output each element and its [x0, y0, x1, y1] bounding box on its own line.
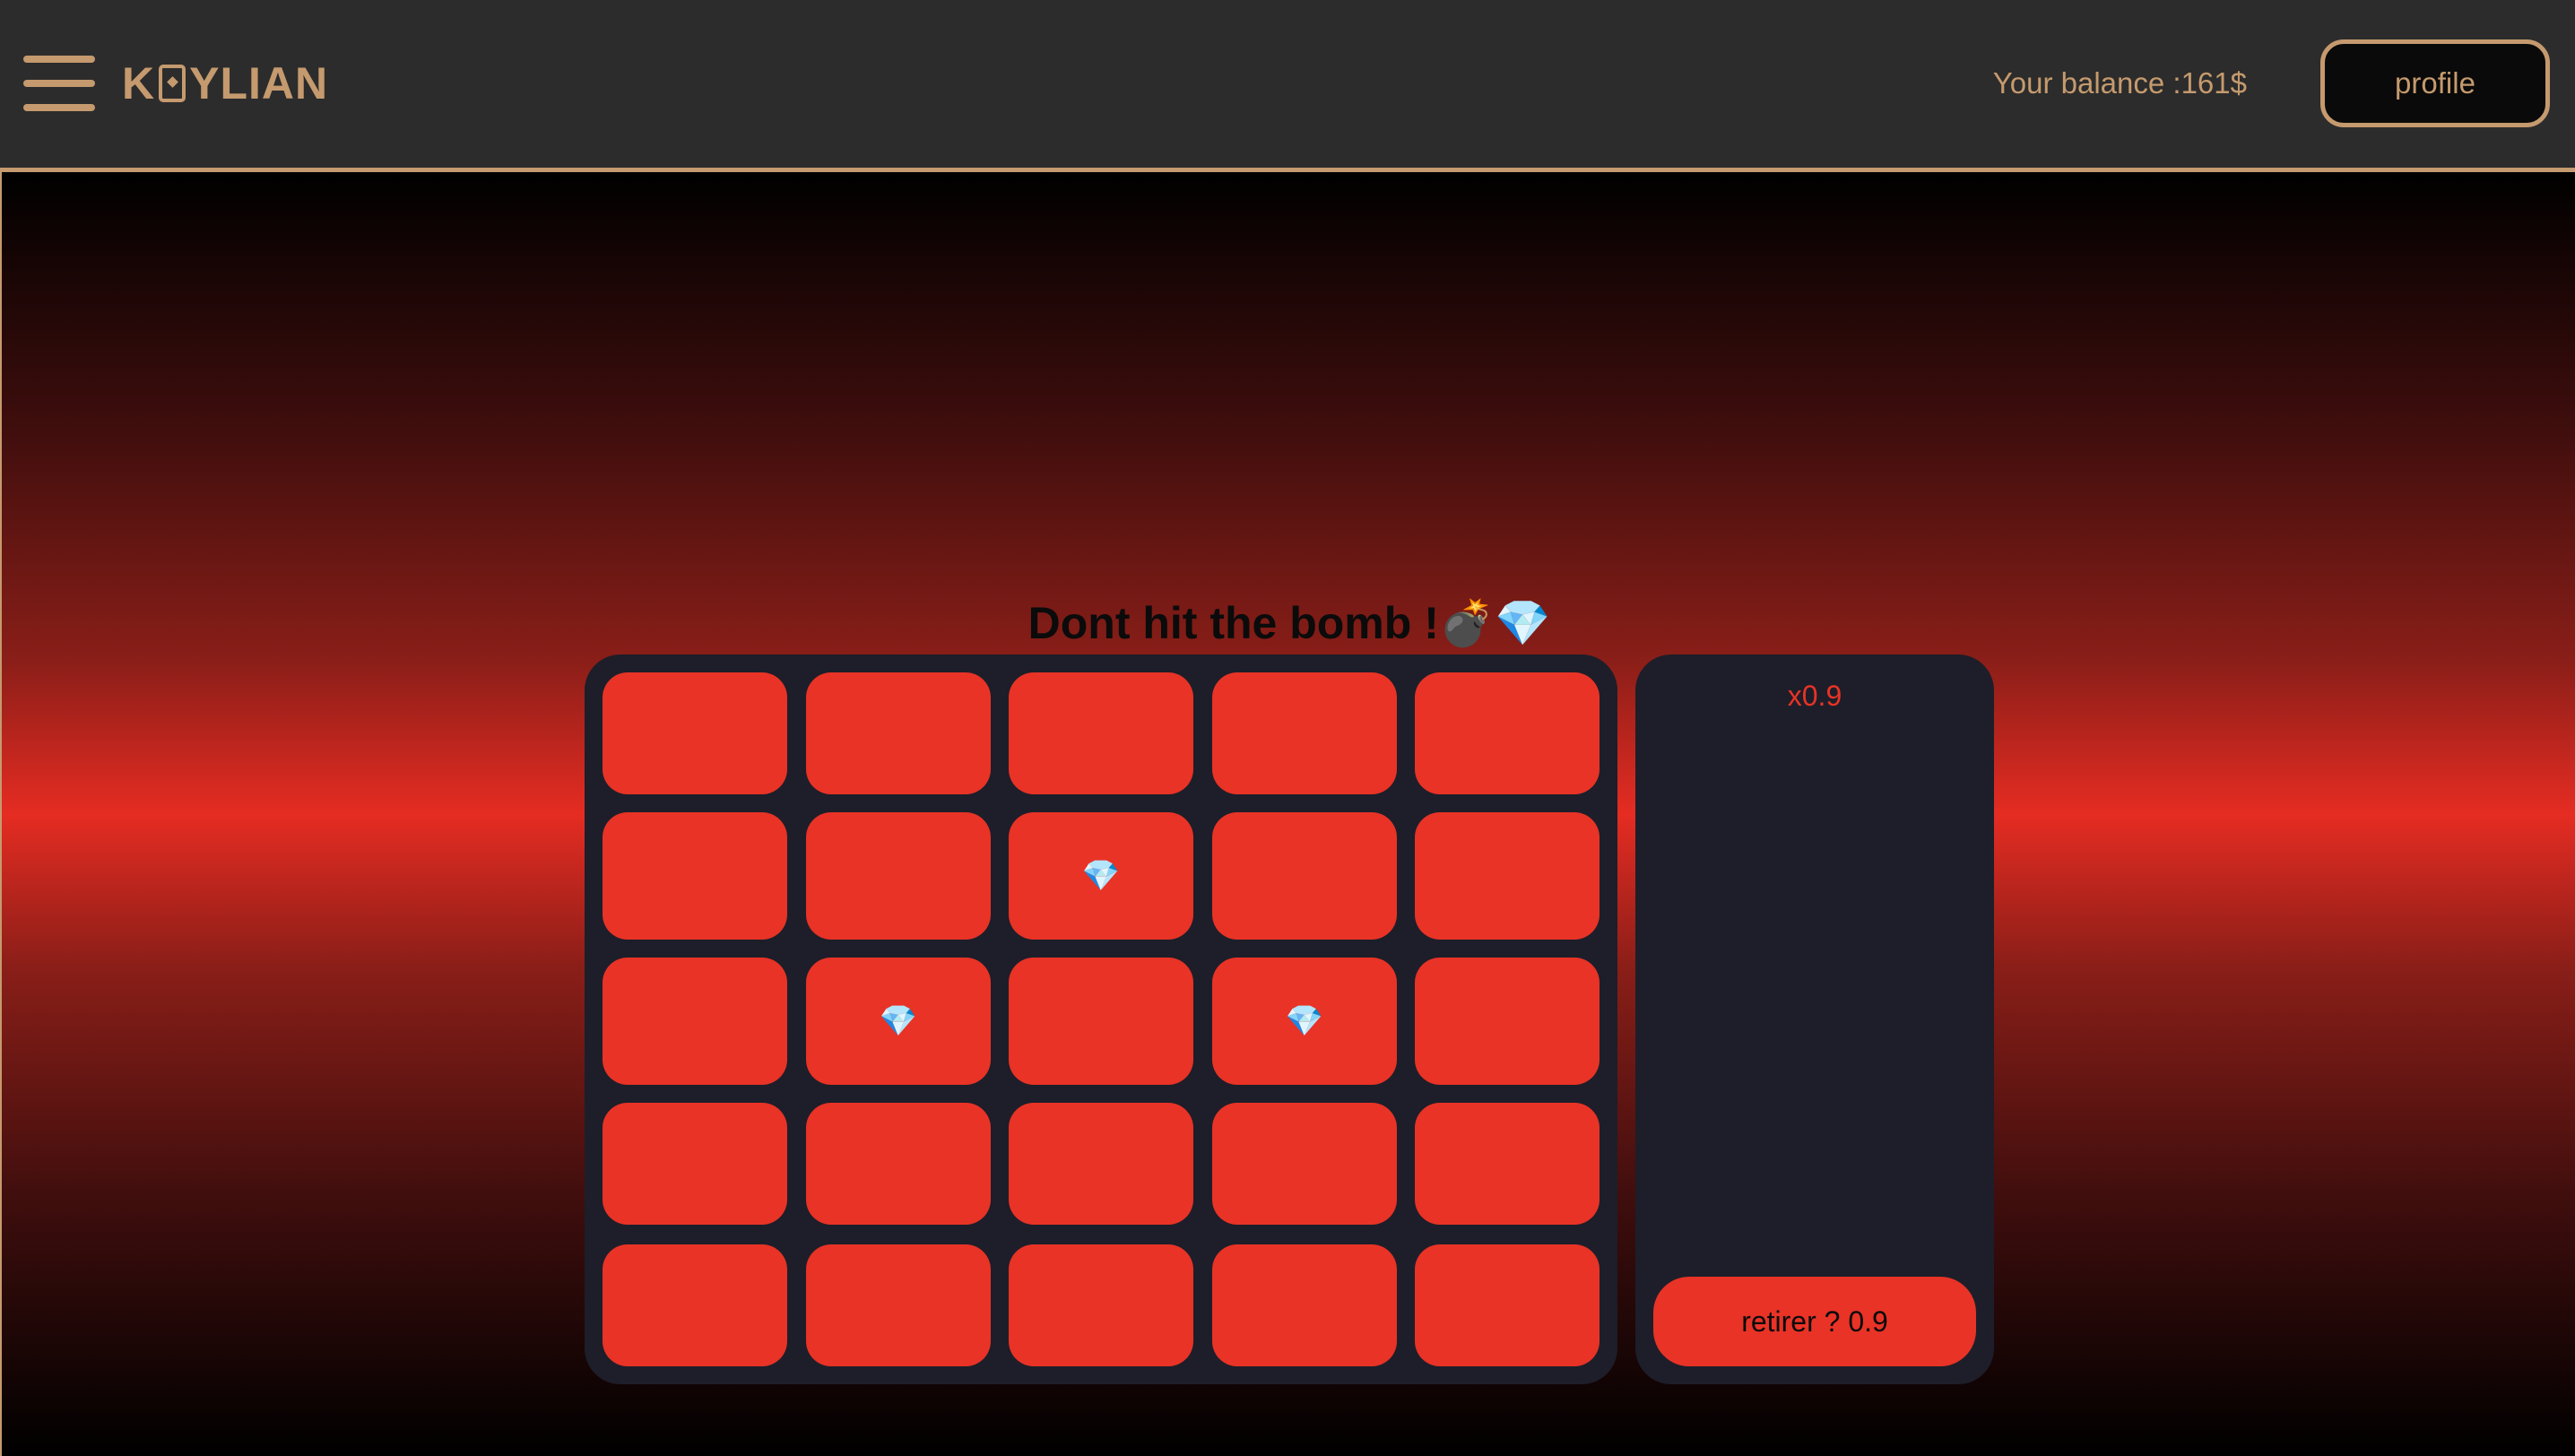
grid-tile-r5-c4[interactable] — [1212, 1244, 1397, 1366]
spade-card-icon — [159, 65, 186, 102]
grid-tile-r1-c1[interactable] — [603, 672, 787, 794]
grid-tile-r1-c3[interactable] — [1009, 672, 1193, 794]
site-logo[interactable]: K YLIAN — [122, 56, 328, 111]
grid-tile-r4-c1[interactable] — [603, 1103, 787, 1225]
grid-tile-r2-c5[interactable] — [1415, 812, 1600, 940]
game-stage: Dont hit the bomb !💣💎 💎 💎 💎 x0.9 retirer… — [0, 172, 2575, 1456]
hamburger-menu-icon[interactable] — [23, 56, 95, 111]
profile-button[interactable]: profile — [2320, 39, 2550, 127]
grid-tile-r1-c2[interactable] — [806, 672, 991, 794]
grid-tile-r2-c3[interactable]: 💎 — [1009, 812, 1193, 940]
grid-tile-r1-c5[interactable] — [1415, 672, 1600, 794]
balance-display: Your balance :161$ — [1992, 66, 2247, 100]
grid-tile-r4-c4[interactable] — [1212, 1103, 1397, 1225]
grid-tile-r5-c5[interactable] — [1415, 1244, 1600, 1366]
top-navbar: K YLIAN Your balance :161$ profile — [0, 0, 2575, 172]
grid-tile-r3-c2[interactable]: 💎 — [806, 958, 991, 1085]
logo-text-suffix: YLIAN — [189, 58, 329, 108]
grid-tile-r4-c2[interactable] — [806, 1103, 991, 1225]
grid-tile-r2-c2[interactable] — [806, 812, 991, 940]
grid-tile-r3-c1[interactable] — [603, 958, 787, 1085]
logo-text-prefix: K — [122, 58, 156, 108]
multiplier-display: x0.9 — [1787, 680, 1842, 712]
grid-tile-r5-c3[interactable] — [1009, 1244, 1193, 1366]
grid-tile-r2-c4[interactable] — [1212, 812, 1397, 940]
grid-tile-r5-c2[interactable] — [806, 1244, 991, 1366]
mines-board: 💎 💎 💎 — [585, 654, 1617, 1384]
game-title: Dont hit the bomb !💣💎 — [1027, 598, 1551, 648]
cashout-panel: x0.9 retirer ? 0.9 — [1635, 654, 1994, 1384]
grid-tile-r4-c3[interactable] — [1009, 1103, 1193, 1225]
cashout-button[interactable]: retirer ? 0.9 — [1653, 1277, 1976, 1366]
grid-tile-r5-c1[interactable] — [603, 1244, 787, 1366]
grid-tile-r3-c3[interactable] — [1009, 958, 1193, 1085]
grid-tile-r3-c5[interactable] — [1415, 958, 1600, 1085]
grid-tile-r3-c4[interactable]: 💎 — [1212, 958, 1397, 1085]
grid-tile-r4-c5[interactable] — [1415, 1103, 1600, 1225]
grid-tile-r1-c4[interactable] — [1212, 672, 1397, 794]
grid-tile-r2-c1[interactable] — [603, 812, 787, 940]
